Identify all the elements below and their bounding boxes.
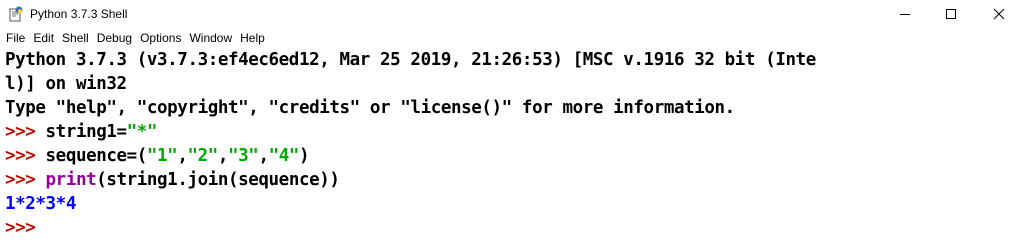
shell-prompt: >>> xyxy=(5,146,46,166)
title-bar: Python 3.7.3 Shell xyxy=(0,0,1024,28)
output-line: 1*2*3*4 xyxy=(5,194,76,214)
string-literal: "4" xyxy=(268,146,300,166)
close-button[interactable] xyxy=(974,0,1024,28)
shell-prompt: >>> xyxy=(5,122,46,142)
menu-file[interactable]: File xyxy=(0,28,29,48)
input-line-1: >>> string1="*" xyxy=(5,120,157,144)
input-line-2: >>> sequence=("1","2","3","4") xyxy=(5,144,310,168)
string-literal: "*" xyxy=(126,122,158,142)
code-comma: , xyxy=(177,146,188,166)
code-assignment: string1= xyxy=(45,122,127,142)
menu-window[interactable]: Window xyxy=(185,28,236,48)
string-literal: "3" xyxy=(228,146,259,166)
window-title: Python 3.7.3 Shell xyxy=(30,7,128,21)
maximize-button[interactable] xyxy=(928,0,974,28)
code-assignment: sequence=( xyxy=(45,146,148,166)
close-icon xyxy=(993,8,1005,20)
string-literal: "1" xyxy=(146,146,178,166)
minimize-button[interactable] xyxy=(882,0,928,28)
code-comma: , xyxy=(217,146,229,166)
code-paren: ) xyxy=(299,146,310,166)
builtin-keyword: print xyxy=(45,170,97,190)
banner-line-3: Type "help", "copyright", "credits" or "… xyxy=(5,98,735,118)
shell-prompt: >>> xyxy=(5,218,46,238)
banner-line-2: l)] on win32 xyxy=(5,74,127,94)
code-call: (string1.join(sequence)) xyxy=(96,170,340,190)
menu-options[interactable]: Options xyxy=(136,28,185,48)
menu-help[interactable]: Help xyxy=(236,28,269,48)
shell-text-area[interactable]: Python 3.7.3 (v3.7.3:ef4ec6ed12, Mar 25 … xyxy=(0,48,1024,242)
banner-line-1: Python 3.7.3 (v3.7.3:ef4ec6ed12, Mar 25 … xyxy=(5,50,816,70)
minimize-icon xyxy=(900,14,910,15)
menu-shell[interactable]: Shell xyxy=(58,28,93,48)
menu-bar: File Edit Shell Debug Options Window Hel… xyxy=(0,28,1024,48)
string-literal: "2" xyxy=(187,146,218,166)
menu-debug[interactable]: Debug xyxy=(93,28,136,48)
shell-prompt: >>> xyxy=(5,170,46,190)
input-line-current[interactable]: >>> xyxy=(5,216,46,240)
menu-edit[interactable]: Edit xyxy=(29,28,58,48)
input-line-3: >>> print(string1.join(sequence)) xyxy=(5,168,340,192)
python-idle-icon[interactable] xyxy=(8,6,24,22)
maximize-icon xyxy=(946,9,956,19)
code-comma: , xyxy=(258,146,269,166)
